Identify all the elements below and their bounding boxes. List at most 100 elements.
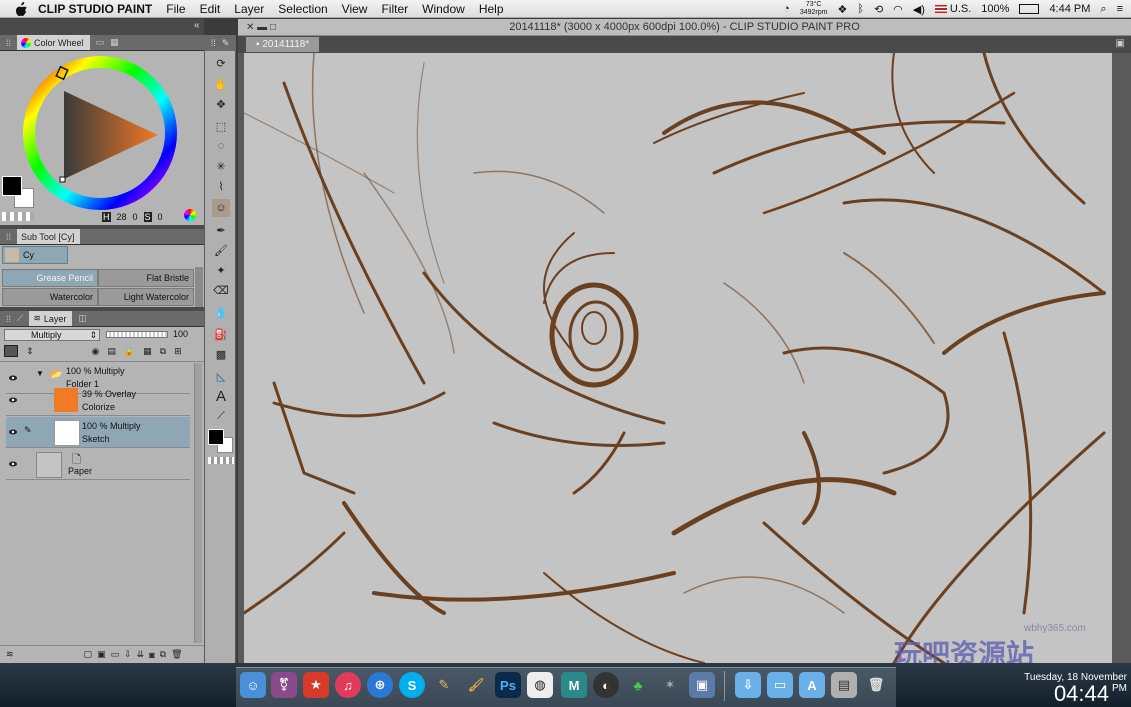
brush-tool-icon[interactable]: 🖌 — [212, 241, 230, 259]
draft-icon[interactable]: ⊞ — [174, 346, 182, 357]
figure-app-icon[interactable]: ✶ — [657, 672, 683, 698]
menu-filter[interactable]: Filter — [381, 2, 408, 16]
menu-layer[interactable]: Layer — [234, 2, 264, 16]
time-machine-icon[interactable]: ⟲ — [874, 3, 883, 16]
applications-folder-icon[interactable]: A — [799, 672, 825, 698]
tool-transparent-color[interactable] — [208, 457, 234, 464]
color-mode-icon[interactable] — [184, 209, 196, 221]
battery-icon[interactable] — [1019, 4, 1040, 14]
rect-select-tool-icon[interactable]: ⬚ — [212, 117, 230, 135]
zbrush-icon[interactable]: ♣ — [625, 672, 651, 698]
opacity-slider[interactable] — [106, 331, 168, 338]
tab-layer-property[interactable]: ⟋ — [17, 313, 23, 324]
menu-window[interactable]: Window — [422, 2, 465, 16]
subtool-group-cy[interactable]: Cy — [2, 246, 68, 264]
clip-studio-icon[interactable]: ◍ — [527, 672, 553, 698]
minimize-icon[interactable]: ▬ — [257, 22, 267, 33]
apple-icon[interactable] — [14, 1, 28, 16]
gauge-icon[interactable]: ◔ — [783, 3, 790, 15]
folder-expand-icon[interactable]: ▼ — [36, 369, 44, 378]
eye-icon[interactable] — [8, 395, 18, 405]
brush-grease-pencil[interactable]: Grease Pencil — [2, 269, 98, 287]
bluetooth-icon[interactable]: ᛒ — [857, 3, 864, 15]
brush-preset-icon[interactable]: ☺ — [212, 199, 230, 217]
documents-folder-icon[interactable]: ▭ — [767, 672, 793, 698]
maya-icon[interactable]: M — [561, 672, 587, 698]
maximize-icon[interactable]: □ — [270, 22, 276, 33]
clip-icon[interactable]: ⧉ — [160, 346, 166, 357]
layer-row-paper[interactable]: 🗋 Paper — [6, 449, 190, 480]
eyedropper-tool-icon[interactable]: ⌇ — [212, 177, 230, 195]
new-vector-layer-icon[interactable]: ▣ — [97, 649, 106, 660]
safari-icon[interactable]: ⊕ — [367, 672, 393, 698]
clip-layer-icon[interactable]: ⧉ — [160, 649, 166, 660]
collapse-left-icon[interactable]: « — [194, 20, 204, 34]
downloads-folder-icon[interactable]: ⇩ — [735, 672, 761, 698]
menu-file[interactable]: File — [166, 2, 185, 16]
battery-percent[interactable]: 100% — [981, 3, 1009, 15]
tab-layer[interactable]: ≋ Layer — [29, 311, 73, 326]
balloon-tool-icon[interactable]: ⟋ — [212, 407, 230, 425]
menu-view[interactable]: View — [342, 2, 368, 16]
lock-alpha-icon[interactable]: ▦ — [143, 346, 152, 357]
pencil-app-icon[interactable]: ✎ — [431, 672, 457, 698]
blend-mode-select[interactable]: Multiply ⇕ — [4, 329, 100, 341]
pen-tool-icon[interactable]: ✒ — [212, 221, 230, 239]
decoration-tool-icon[interactable]: ✦ — [212, 261, 230, 279]
itunes-icon[interactable]: ♫ — [335, 672, 361, 698]
photoshop-icon[interactable]: Ps — [495, 672, 521, 698]
flag-icon[interactable]: U.S. — [934, 3, 971, 15]
mask-layer-icon[interactable]: ◙ — [149, 650, 154, 660]
app-name[interactable]: CLIP STUDIO PAINT — [38, 2, 152, 16]
preview-icon[interactable]: ▣ — [689, 672, 715, 698]
app-symbol-icon[interactable]: ⚧ — [271, 672, 297, 698]
text-tool-icon[interactable]: A — [212, 387, 230, 405]
layer-row-colorize[interactable]: 39 % Overlay Colorize — [6, 385, 190, 416]
trash-icon[interactable]: 🗑 — [171, 649, 182, 660]
volume-icon[interactable]: ◀) — [913, 3, 925, 16]
zoom-tool-icon[interactable]: ⟳ — [212, 54, 230, 72]
lasso-tool-icon[interactable]: ◌ — [212, 137, 230, 155]
reference-icon[interactable]: ▤ — [107, 346, 116, 357]
tab-color-wheel[interactable]: Color Wheel — [17, 35, 90, 50]
tab-color-set[interactable]: ▦ — [110, 37, 119, 48]
brush-watercolor[interactable]: Watercolor — [2, 288, 98, 306]
color-marker[interactable] — [59, 176, 66, 183]
new-folder-icon[interactable]: ▭ — [111, 649, 120, 660]
bookmark-app-icon[interactable]: ★ — [303, 672, 329, 698]
eye-icon[interactable] — [8, 373, 18, 383]
layer-menu-icon[interactable]: ≋ — [6, 649, 14, 660]
eye-icon[interactable] — [8, 459, 18, 469]
eye-icon[interactable] — [8, 427, 18, 437]
transparent-swatch[interactable] — [2, 212, 34, 221]
trash-dock-icon[interactable]: 🗑 — [863, 672, 889, 698]
dropbox-icon[interactable]: ❖ — [837, 3, 847, 16]
temp-readout[interactable]: 73°C 3492rpm — [800, 1, 828, 17]
brush-flat-bristle[interactable]: Flat Bristle — [98, 269, 194, 287]
close-icon[interactable]: ✕ — [246, 22, 254, 33]
menu-selection[interactable]: Selection — [278, 2, 327, 16]
opacity-value[interactable]: 100 — [173, 329, 188, 339]
menu-help[interactable]: Help — [479, 2, 504, 16]
notification-center-icon[interactable]: ≡ — [1117, 3, 1123, 15]
chevron-updown-icon[interactable]: ⇕ — [26, 346, 34, 357]
tab-color-slider[interactable]: ▭ — [96, 37, 105, 48]
sketch-app-icon[interactable]: ◐ — [593, 672, 619, 698]
finder-icon[interactable]: ☺ — [240, 672, 266, 698]
transfer-down-icon[interactable]: ⇩ — [124, 649, 132, 660]
main-color-swatch-front[interactable] — [2, 176, 22, 196]
gradient-tool-icon[interactable]: ▩ — [212, 345, 230, 363]
disk-icon[interactable]: ▤ — [831, 672, 857, 698]
eraser-tool-icon[interactable]: ⌫ — [212, 281, 230, 299]
tool-main-color[interactable] — [208, 429, 224, 445]
pen-tab-icon[interactable]: ✎ — [222, 38, 230, 49]
menu-edit[interactable]: Edit — [200, 2, 221, 16]
magic-wand-tool-icon[interactable]: ✳ — [212, 157, 230, 175]
tab-menu-icon[interactable]: ▣ — [1116, 38, 1125, 49]
move-tool-icon[interactable]: ✥ — [212, 95, 230, 113]
layer-scrollbar[interactable] — [194, 363, 202, 643]
canvas-vertical-scrollbar[interactable] — [1112, 53, 1131, 663]
document-tab[interactable]: ▪ 20141118* — [246, 37, 320, 52]
brush-app-icon[interactable]: 🖌 — [463, 672, 489, 698]
color-wheel[interactable] — [22, 55, 178, 211]
